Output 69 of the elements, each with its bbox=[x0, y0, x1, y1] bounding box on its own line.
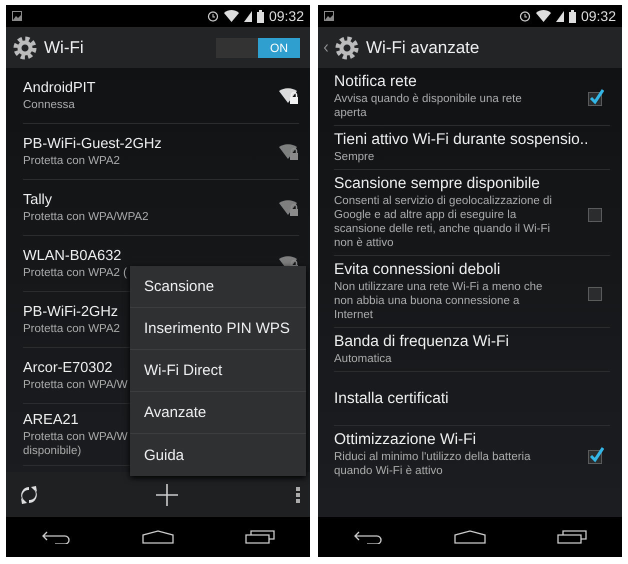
recents-icon[interactable] bbox=[244, 530, 275, 544]
setting-row[interactable]: Notifica rete Avvisa quando è disponibile una rete aperta bbox=[334, 68, 610, 126]
setting-title: Scansione sempre disponibile bbox=[334, 175, 541, 193]
network-row[interactable]: Tally Protetta con WPA/WPA2 bbox=[23, 180, 299, 236]
network-name: AREA21 bbox=[23, 412, 79, 428]
menu-item[interactable]: Inserimento PIN WPS bbox=[130, 308, 306, 350]
setting-title: Evita connessioni deboli bbox=[334, 261, 502, 279]
network-row[interactable]: AndroidPIT Connessa bbox=[23, 68, 299, 124]
battery-icon bbox=[256, 10, 264, 22]
gear-icon[interactable] bbox=[334, 34, 360, 60]
alarm-icon bbox=[206, 10, 219, 22]
setting-summary: Automatica bbox=[334, 352, 393, 366]
setting-summary: Avvisa quando è disponibile una rete aperta bbox=[334, 92, 523, 120]
screen-title: Wi-Fi bbox=[44, 38, 85, 58]
signal-icon bbox=[556, 10, 564, 22]
setting-summary: Sempre bbox=[334, 150, 376, 164]
setting-summary: Riduci al minimo l'utilizzo della batteria quando Wi-Fi è attivo bbox=[334, 450, 532, 478]
network-status: Protetta con WPA/W bbox=[23, 378, 128, 392]
battery-icon bbox=[568, 10, 576, 22]
network-status: Protetta con WPA2 bbox=[23, 154, 120, 168]
gear-icon[interactable] bbox=[12, 34, 38, 60]
back-icon[interactable] bbox=[353, 530, 384, 544]
menu-item[interactable]: Scansione bbox=[130, 266, 306, 308]
network-name: PB-WiFi-Guest-2GHz bbox=[23, 136, 162, 152]
add-icon[interactable] bbox=[156, 484, 178, 506]
network-status: Protetta con WPA2 bbox=[23, 322, 120, 336]
setting-row[interactable]: Banda di frequenza Wi-Fi Automatica bbox=[334, 328, 610, 372]
network-status: Protetta con WPA/W disponibile) bbox=[23, 430, 128, 458]
setting-summary: Non utilizzare una rete Wi-Fi a meno che non abbia una buona connessione a Internet bbox=[334, 280, 544, 322]
setting-row[interactable]: Installa certificati bbox=[334, 372, 610, 426]
image-icon bbox=[324, 11, 334, 21]
recents-icon[interactable] bbox=[556, 530, 587, 544]
wifi-icon bbox=[536, 10, 551, 22]
status-time: 09:32 bbox=[268, 8, 304, 24]
menu-item[interactable]: Wi-Fi Direct bbox=[130, 350, 306, 392]
network-name: Tally bbox=[23, 192, 52, 208]
wifi-icon bbox=[224, 10, 239, 22]
alarm-icon bbox=[518, 10, 531, 22]
status-time: 09:32 bbox=[580, 8, 616, 24]
home-icon[interactable] bbox=[142, 530, 174, 544]
menu-item[interactable]: Avanzate bbox=[130, 392, 306, 434]
setting-summary: Consenti al servizio di geolocalizzazione di Google e ad altre app di eseguire la scansione delle reti, anche quando il Wi-Fi non è attivo bbox=[334, 194, 553, 250]
network-status: Protetta con WPA/WPA2 bbox=[23, 210, 148, 224]
network-status: Connessa bbox=[23, 98, 75, 112]
setting-title: Notifica rete bbox=[334, 73, 418, 91]
back-chevron-icon[interactable] bbox=[324, 44, 328, 52]
signal-icon bbox=[244, 10, 252, 22]
setting-row[interactable]: Tieni attivo Wi-Fi durante sospensio.. Sempre bbox=[334, 126, 610, 170]
back-icon[interactable] bbox=[41, 530, 72, 544]
setting-row[interactable]: Scansione sempre disponibile Consenti al servizio di geolocalizzazione di Google e ad altre app di eseguire la scansione delle reti, anche quando il Wi-Fi non è attivo bbox=[334, 170, 610, 256]
setting-title: Installa certificati bbox=[334, 390, 450, 408]
checkbox[interactable] bbox=[588, 88, 604, 106]
home-icon[interactable] bbox=[454, 530, 486, 544]
screen-title: Wi-Fi avanzate bbox=[366, 38, 480, 58]
network-status: Protetta con WPA2 ( bbox=[23, 266, 127, 280]
setting-title: Tieni attivo Wi-Fi durante sospensio.. bbox=[334, 131, 590, 149]
setting-row[interactable]: Evita connessioni deboli Non utilizzare una rete Wi-Fi a meno che non abbia una buona connessione a Internet bbox=[334, 256, 610, 328]
setting-title: Ottimizzazione Wi-Fi bbox=[334, 431, 478, 449]
network-name: WLAN-B0A632 bbox=[23, 248, 122, 264]
network-name: Arcor-E70302 bbox=[23, 360, 112, 376]
menu-item[interactable]: Guida bbox=[130, 434, 306, 476]
checkbox[interactable] bbox=[588, 446, 604, 464]
network-row[interactable]: PB-WiFi-Guest-2GHz Protetta con WPA2 bbox=[23, 124, 299, 180]
image-icon bbox=[12, 11, 22, 21]
setting-row[interactable]: Ottimizzazione Wi-Fi Riduci al minimo l'utilizzo della batteria quando Wi-Fi è attivo bbox=[334, 426, 610, 483]
network-name: AndroidPIT bbox=[23, 80, 96, 96]
overflow-menu-icon[interactable] bbox=[296, 486, 300, 502]
setting-title: Banda di frequenza Wi-Fi bbox=[334, 333, 510, 351]
network-name: PB-WiFi-2GHz bbox=[23, 304, 118, 320]
